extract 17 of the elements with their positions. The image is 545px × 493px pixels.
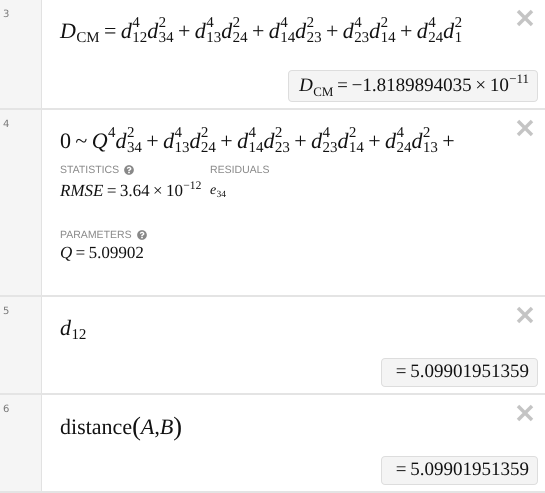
help-icon[interactable] — [136, 230, 147, 240]
line-number: 4 — [3, 119, 10, 130]
section-label: STATISTICS — [60, 164, 120, 176]
help-icon[interactable] — [124, 164, 134, 175]
line-number: 5 — [3, 306, 10, 317]
close-icon[interactable] — [515, 118, 535, 138]
parameter-value: Q = 5.09902 — [60, 242, 144, 264]
section-label[interactable]: RESIDUALS — [210, 164, 270, 176]
math-expression[interactable]: distance(A,B) — [60, 409, 182, 445]
close-icon[interactable] — [515, 403, 535, 423]
section-label: PARAMETERS — [60, 229, 132, 242]
line-number: 3 — [3, 9, 10, 20]
line-number: 6 — [3, 404, 10, 415]
close-icon[interactable] — [515, 8, 535, 28]
evaluation-result: = 5.09901951359 — [380, 358, 538, 387]
close-icon[interactable] — [515, 305, 535, 325]
evaluation-result: = 5.09901951359 — [380, 456, 538, 485]
